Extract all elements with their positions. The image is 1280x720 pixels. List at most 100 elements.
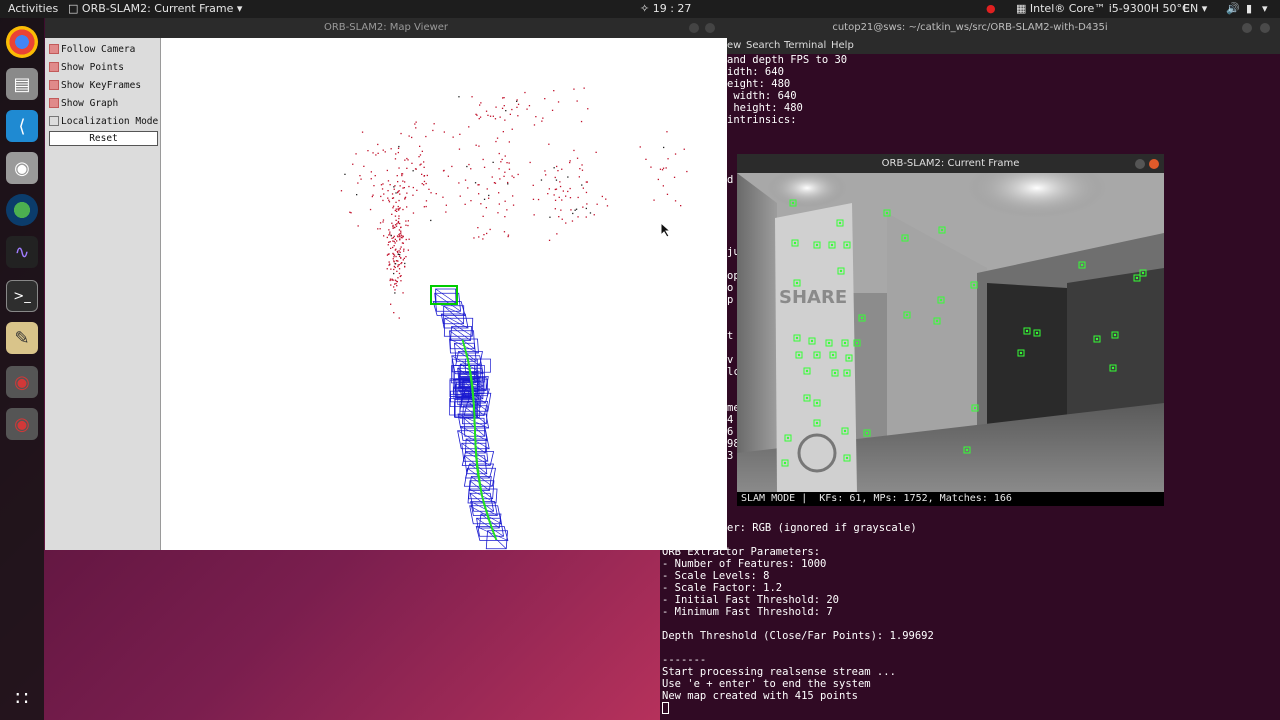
battery-icon[interactable]: ▮	[1246, 2, 1252, 15]
map-point	[498, 203, 500, 205]
terminal-cursor[interactable]	[662, 702, 669, 714]
map-point	[508, 162, 510, 164]
map-point	[419, 164, 421, 166]
activities-button[interactable]: Activities	[8, 2, 58, 15]
map-point	[485, 110, 488, 112]
reset-button[interactable]: Reset	[49, 131, 158, 146]
files-icon[interactable]: ▤	[6, 68, 38, 100]
terminal-fragment: p	[727, 294, 734, 306]
map-point	[451, 165, 453, 168]
map-point	[533, 214, 535, 216]
map-point	[666, 131, 668, 133]
chevron-down-icon[interactable]: ▾	[1262, 2, 1268, 15]
show-points-checkbox[interactable]: Show Points	[49, 60, 124, 74]
minimize-icon[interactable]	[1135, 159, 1145, 169]
close-icon[interactable]	[705, 23, 715, 33]
checkbox-box[interactable]	[49, 62, 59, 72]
map-viewer-window[interactable]: ORB-SLAM2: Map Viewer Follow Camera Show…	[45, 18, 727, 550]
map-point	[395, 282, 397, 285]
map-point	[497, 212, 499, 214]
camera-icon[interactable]: ◉	[6, 152, 38, 184]
map-point	[511, 175, 513, 177]
map-point	[558, 216, 560, 218]
plot-icon[interactable]: ∿	[6, 236, 38, 268]
map-point	[394, 226, 396, 229]
chrome-icon[interactable]	[6, 26, 38, 58]
map-point	[486, 232, 488, 235]
app-menu-label: ORB-SLAM2: Current Frame	[81, 2, 234, 15]
terminal-fragment: t	[727, 330, 734, 342]
map-point	[394, 209, 396, 212]
map-point	[398, 317, 400, 319]
map-point	[370, 171, 372, 173]
checkbox-box[interactable]	[49, 44, 59, 54]
map-point	[388, 199, 390, 201]
menu-terminal[interactable]: Terminal	[784, 40, 826, 51]
localization-mode-checkbox[interactable]: Localization Mode	[49, 114, 158, 128]
camera-frame: SHARE	[737, 173, 1164, 492]
clock[interactable]: ✧ 19 : 27	[640, 2, 691, 15]
record-icon[interactable]: ◉	[6, 366, 38, 398]
checkbox-box[interactable]	[49, 80, 59, 90]
close-icon[interactable]	[1260, 23, 1270, 33]
map-point	[389, 233, 391, 235]
map-point	[382, 219, 385, 221]
terminal-line: eight: 480	[727, 78, 791, 90]
close-icon[interactable]	[1149, 159, 1159, 169]
minimize-icon[interactable]	[1242, 23, 1252, 33]
show-keyframes-checkbox[interactable]: Show KeyFrames	[49, 78, 141, 92]
terminal-fragment: v	[727, 354, 734, 366]
menu-help[interactable]: Help	[831, 40, 854, 51]
menu-search[interactable]: Search	[746, 40, 780, 51]
text-editor-icon[interactable]: ✎	[6, 322, 38, 354]
map-point	[467, 187, 469, 189]
map-point	[505, 110, 507, 112]
map-point	[548, 239, 551, 241]
keyframe-diagonal	[467, 401, 485, 416]
show-graph-checkbox[interactable]: Show Graph	[49, 96, 118, 110]
terminal-line: height: 480	[727, 102, 803, 114]
menu-view[interactable]: ew	[727, 40, 741, 51]
map-canvas[interactable]	[161, 38, 727, 550]
volume-icon[interactable]: 🔊	[1226, 2, 1240, 15]
map-point	[361, 131, 364, 133]
map-point	[528, 105, 531, 107]
map-point	[407, 220, 409, 222]
checkbox-box[interactable]	[49, 116, 59, 126]
feature-point	[1019, 351, 1023, 355]
map-point	[391, 193, 394, 195]
map-point	[401, 262, 403, 264]
follow-camera-checkbox[interactable]: Follow Camera	[49, 42, 135, 56]
record-icon[interactable]: ◉	[6, 408, 38, 440]
apps-grid-icon[interactable]: ∷	[6, 682, 38, 714]
cpu-indicator[interactable]: ▦ Intel® Core™ i5-9300H 50°C	[1016, 2, 1190, 15]
minimize-icon[interactable]	[689, 23, 699, 33]
map-point	[556, 165, 558, 168]
map-point	[477, 184, 479, 186]
map-point	[405, 256, 407, 258]
globe-icon[interactable]	[6, 194, 38, 226]
map-point	[401, 174, 403, 177]
map-point	[581, 169, 584, 171]
terminal-icon[interactable]: >_	[6, 280, 38, 312]
checkbox-box[interactable]	[49, 98, 59, 108]
map-point	[468, 126, 470, 128]
map-point	[470, 168, 472, 170]
feature-point	[1113, 333, 1117, 337]
app-menu[interactable]: □ ORB-SLAM2: Current Frame ▾	[68, 2, 242, 15]
map-point	[489, 115, 492, 117]
record-indicator-icon[interactable]: ●	[986, 2, 996, 15]
feature-point	[791, 201, 795, 205]
vscode-icon[interactable]: ⟨	[6, 110, 38, 142]
terminal-fragment: 4	[727, 414, 734, 426]
map-point	[537, 198, 540, 201]
map-point	[399, 251, 401, 253]
map-point	[573, 88, 575, 90]
current-frame-window[interactable]: ORB-SLAM2: Current Frame SHARE SLAM MODE…	[737, 154, 1164, 506]
map-point	[541, 120, 543, 122]
map-point	[501, 107, 504, 109]
map-point	[397, 265, 399, 268]
language-selector[interactable]: EN ▾	[1183, 2, 1207, 15]
map-point	[476, 114, 478, 116]
options-panel: Follow Camera Show Points Show KeyFrames…	[45, 38, 161, 550]
